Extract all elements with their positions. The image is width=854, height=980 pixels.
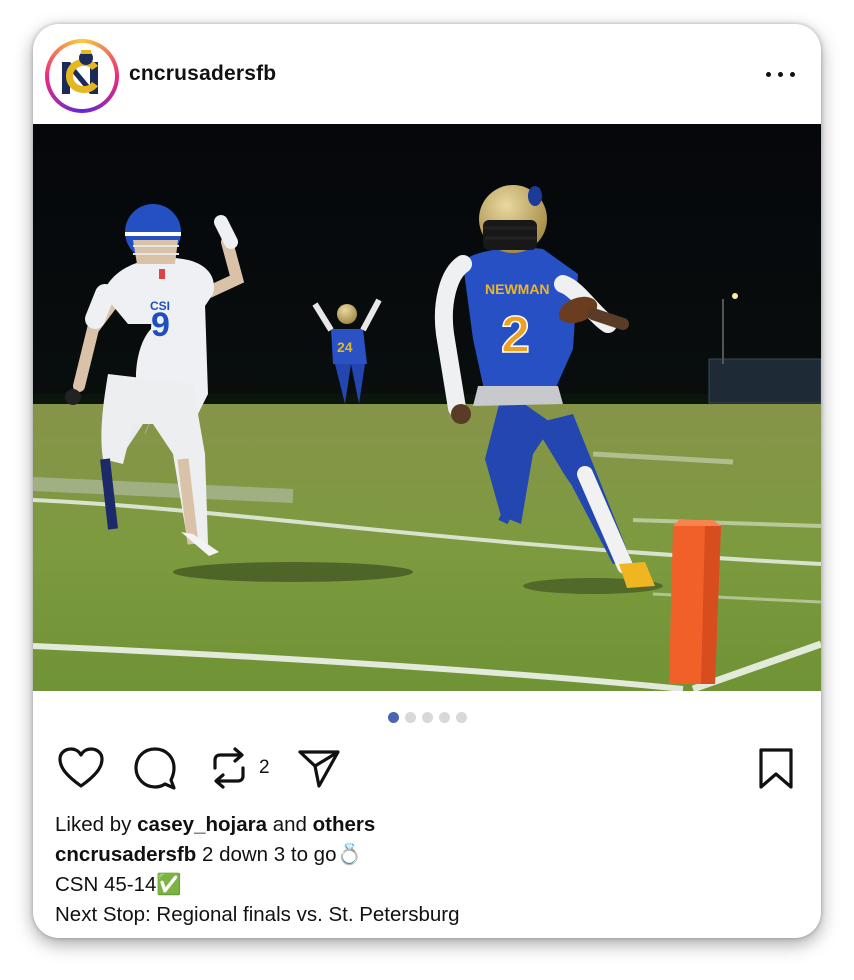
post-header: cncrusadersfb [33,24,821,124]
post-card: cncrusadersfb 24 CSI 9 NEWMAN 2 2 Liked … [33,24,821,938]
caption-username[interactable]: cncrusadersfb [55,843,196,866]
liked-by-username[interactable]: casey_hojara [137,813,267,836]
pagination-dot-5[interactable] [455,712,467,723]
repost-button[interactable] [209,746,249,795]
share-icon [298,750,340,788]
post-username[interactable]: cncrusadersfb [129,62,276,86]
pagination-dot-1[interactable] [387,712,399,723]
pagination-dot-4[interactable] [438,712,450,723]
liked-by-others-link[interactable]: others [313,813,376,836]
share-button[interactable] [297,746,341,795]
likes-line: Liked by casey_hojara and others [55,813,376,836]
caption-line-3: Next Stop: Regional finals vs. St. Peter… [55,903,460,926]
carrier-jersey-number: 2 [501,306,530,364]
bookmark-icon [759,748,793,789]
caption-line-1: cncrusadersfb 2 down 3 to go💍 [55,843,362,866]
repost-count: 2 [259,757,270,778]
post-caption: Liked by casey_hojara and others cncrusa… [55,810,460,930]
caption-line-2: CSN 45-14✅ [55,873,182,896]
post-photo[interactable]: 24 CSI 9 NEWMAN 2 [33,124,821,691]
heart-icon [58,747,104,788]
carousel-pagination [33,712,821,724]
carrier-jersey-text: NEWMAN [485,281,550,297]
bookmark-button[interactable] [757,746,795,795]
more-options-button[interactable] [763,60,799,88]
more-icon [766,72,771,77]
defender-jersey-number: 9 [151,306,170,344]
like-button[interactable] [57,746,105,795]
crusader-logo-icon [53,47,111,105]
end-zone-pylon [669,520,721,684]
avatar[interactable] [45,39,119,113]
pagination-dot-2[interactable] [404,712,416,723]
pagination-dot-3[interactable] [421,712,433,723]
repost-icon [213,747,245,789]
comment-button[interactable] [133,746,177,795]
action-bar: 2 [33,744,821,792]
background-jersey-number: 24 [337,339,353,355]
comment-icon [134,747,176,790]
